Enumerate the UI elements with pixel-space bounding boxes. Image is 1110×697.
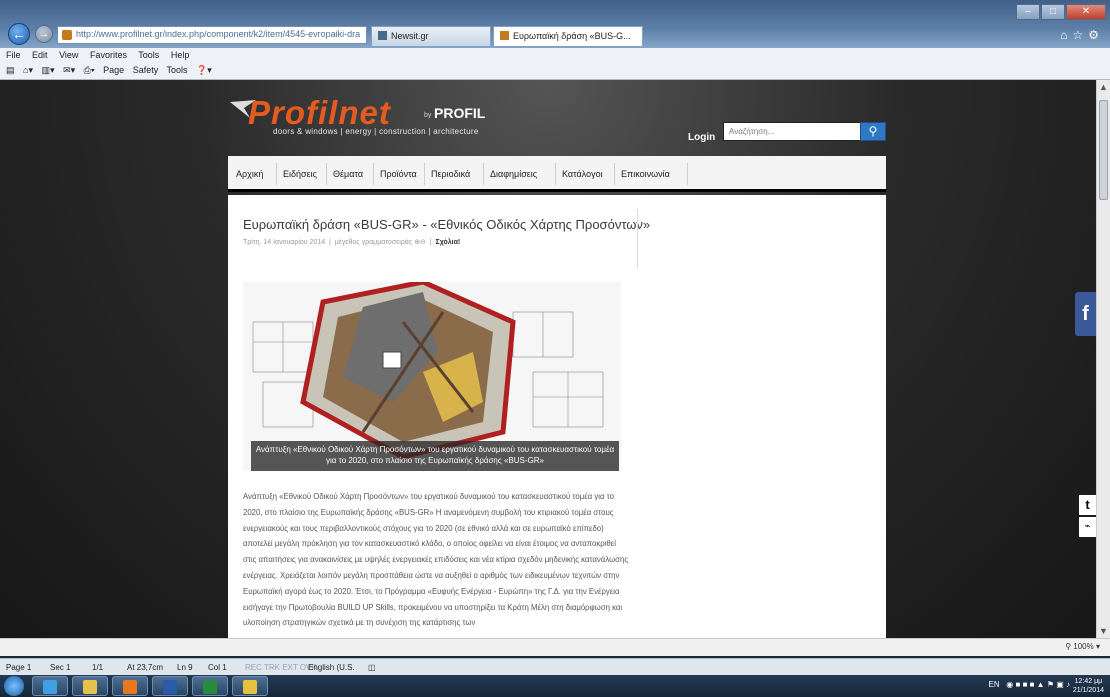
- media-player-taskbar-icon[interactable]: [112, 676, 148, 696]
- word-position: At 23,7cm: [127, 663, 164, 672]
- font-size-controls-icon[interactable]: ⊕⊖: [414, 239, 426, 246]
- home-favorites-settings-icons[interactable]: ⌂☆⚙: [1060, 28, 1104, 42]
- folder-taskbar-icon[interactable]: [232, 676, 268, 696]
- maximize-icon[interactable]: □: [1041, 4, 1065, 20]
- rss-feed-icon[interactable]: ⌁: [1079, 517, 1096, 537]
- column-divider: [637, 209, 638, 269]
- word-page: Page 1: [6, 663, 32, 672]
- tab-article[interactable]: Ευρωπαϊκή δράση «BUS-G...: [493, 26, 643, 46]
- nav-magazines[interactable]: Περιοδικά: [431, 169, 470, 179]
- menu-favorites[interactable]: Favorites: [90, 50, 127, 60]
- vertical-scrollbar[interactable]: ▲ ▼: [1096, 80, 1110, 638]
- tab-favicon-icon: [378, 31, 387, 40]
- word-mode-flags: REC TRK EXT OVR: [245, 663, 318, 672]
- window-controls: – □ ✕: [1015, 4, 1106, 22]
- minimize-icon[interactable]: –: [1016, 4, 1040, 20]
- ie-taskbar-icon[interactable]: [32, 676, 68, 696]
- menu-help[interactable]: Help: [171, 50, 190, 60]
- address-bar[interactable]: http://www.profilnet.gr/index.php/compon…: [57, 26, 367, 44]
- help-icon[interactable]: ❓▾: [196, 65, 212, 75]
- article-container: Ευρωπαϊκή δράση «BUS-GR» - «Εθνικός Οδικ…: [228, 195, 886, 638]
- spellcheck-icon[interactable]: ◫: [368, 663, 376, 672]
- search-icon: ⚲: [868, 124, 878, 138]
- word-line: Ln 9: [177, 663, 193, 672]
- page-menu[interactable]: Page: [103, 65, 124, 75]
- tools-menu[interactable]: Tools: [167, 65, 188, 75]
- site-favicon-icon: [62, 30, 72, 40]
- print-icon[interactable]: ⎙▾: [84, 65, 95, 75]
- tray-clock[interactable]: 12:42 μμ 21/1/2014: [1073, 677, 1104, 695]
- word-taskbar-icon[interactable]: [152, 676, 188, 696]
- site-tagline: doors & windows | energy | construction …: [273, 127, 479, 136]
- article-hero-image[interactable]: Ανάπτυξη «Εθνικού Οδικού Χάρτη Προσόντων…: [243, 282, 621, 471]
- scroll-up-icon[interactable]: ▲: [1099, 82, 1108, 92]
- excel-taskbar-icon[interactable]: [192, 676, 228, 696]
- article-body: Ανάπτυξη «Εθνικού Οδικού Χάρτη Προσόντων…: [243, 492, 629, 628]
- tray-language[interactable]: EN: [989, 680, 1000, 689]
- tab-newsit[interactable]: Newsit.gr: [371, 26, 491, 46]
- search-input[interactable]: Αναζήτηση...: [723, 122, 863, 141]
- tab-favicon-icon: [500, 31, 509, 40]
- tray-app-icons[interactable]: ◉ ■ ■ ■ ▲ ⚑ ▣ ♪: [1002, 680, 1070, 689]
- search-button[interactable]: ⚲: [860, 122, 886, 141]
- home-icon[interactable]: ⌂▾: [23, 65, 33, 75]
- zoom-level[interactable]: ⚲ 100% ▾: [1065, 642, 1100, 651]
- article-title: Ευρωπαϊκή δράση «BUS-GR» - «Εθνικός Οδικ…: [243, 217, 651, 232]
- font-size-label: μέγεθος γραμματοσειράς: [334, 239, 413, 246]
- login-link[interactable]: Login: [688, 132, 715, 143]
- safety-menu[interactable]: Safety: [133, 65, 159, 75]
- scroll-thumb[interactable]: [1099, 100, 1108, 200]
- image-caption: Ανάπτυξη «Εθνικού Οδικού Χάρτη Προσόντων…: [251, 441, 619, 471]
- nav-products[interactable]: Προϊόντα: [380, 169, 417, 179]
- site-header: Profilnet by PROFIL doors & windows | en…: [228, 80, 886, 154]
- article-meta: Τρίτη, 14 Ιανουαρίου 2014 | μέγεθος γραμ…: [243, 239, 461, 246]
- menu-view[interactable]: View: [59, 50, 78, 60]
- menu-bar: File Edit View Favorites Tools Help: [0, 48, 1110, 62]
- forward-button[interactable]: →: [35, 25, 53, 43]
- article-date: Τρίτη, 14 Ιανουαρίου 2014: [243, 239, 326, 246]
- facebook-icon[interactable]: f: [1075, 292, 1096, 336]
- command-bar: ▤ ⌂▾ ▥▾ ✉▾ ⎙▾ Page Safety Tools ❓▾: [0, 62, 1110, 80]
- menu-tools[interactable]: Tools: [138, 50, 159, 60]
- nav-catalogues[interactable]: Κατάλογοι: [562, 169, 603, 179]
- close-icon[interactable]: ✕: [1066, 4, 1106, 20]
- menu-file[interactable]: File: [6, 50, 21, 60]
- browser-title-bar: ← → http://www.profilnet.gr/index.php/co…: [0, 0, 1110, 48]
- nav-contact[interactable]: Επικοινωνία: [621, 169, 670, 179]
- scroll-down-icon[interactable]: ▼: [1099, 626, 1108, 636]
- word-language[interactable]: English (U.S.: [308, 663, 355, 672]
- feeds-icon[interactable]: ▤: [6, 65, 15, 75]
- word-column: Col 1: [208, 663, 227, 672]
- logo-by: by: [424, 112, 432, 119]
- back-button[interactable]: ←: [8, 23, 30, 45]
- start-button-icon[interactable]: [4, 676, 24, 696]
- system-tray: EN ◉ ■ ■ ■ ▲ ⚑ ▣ ♪: [989, 680, 1071, 689]
- word-section: Sec 1: [50, 663, 71, 672]
- nav-topics[interactable]: Θέματα: [333, 169, 363, 179]
- windows-taskbar: EN ◉ ■ ■ ■ ▲ ⚑ ▣ ♪ 12:42 μμ 21/1/2014: [0, 675, 1110, 697]
- main-nav: Αρχική Ειδήσεις Θέματα Προϊόντα Περιοδικ…: [228, 156, 886, 192]
- comments-link[interactable]: Σχόλια!: [436, 239, 461, 246]
- page-viewport: Profilnet by PROFIL doors & windows | en…: [0, 80, 1096, 638]
- rss-icon[interactable]: ▥▾: [42, 65, 55, 75]
- word-status-bar: Page 1 Sec 1 1/1 At 23,7cm Ln 9 Col 1 RE…: [0, 658, 1110, 675]
- word-pages: 1/1: [92, 663, 104, 672]
- nav-news[interactable]: Ειδήσεις: [283, 169, 317, 179]
- nav-ads[interactable]: Διαφημίσεις: [490, 169, 537, 179]
- twitter-icon[interactable]: t: [1079, 495, 1096, 515]
- logo-brand: PROFIL: [434, 105, 486, 121]
- menu-edit[interactable]: Edit: [32, 50, 48, 60]
- browser-status-bar: ⚲ 100% ▾: [0, 638, 1110, 656]
- explorer-taskbar-icon[interactable]: [72, 676, 108, 696]
- mail-icon[interactable]: ✉▾: [63, 65, 75, 75]
- nav-home[interactable]: Αρχική: [236, 169, 263, 179]
